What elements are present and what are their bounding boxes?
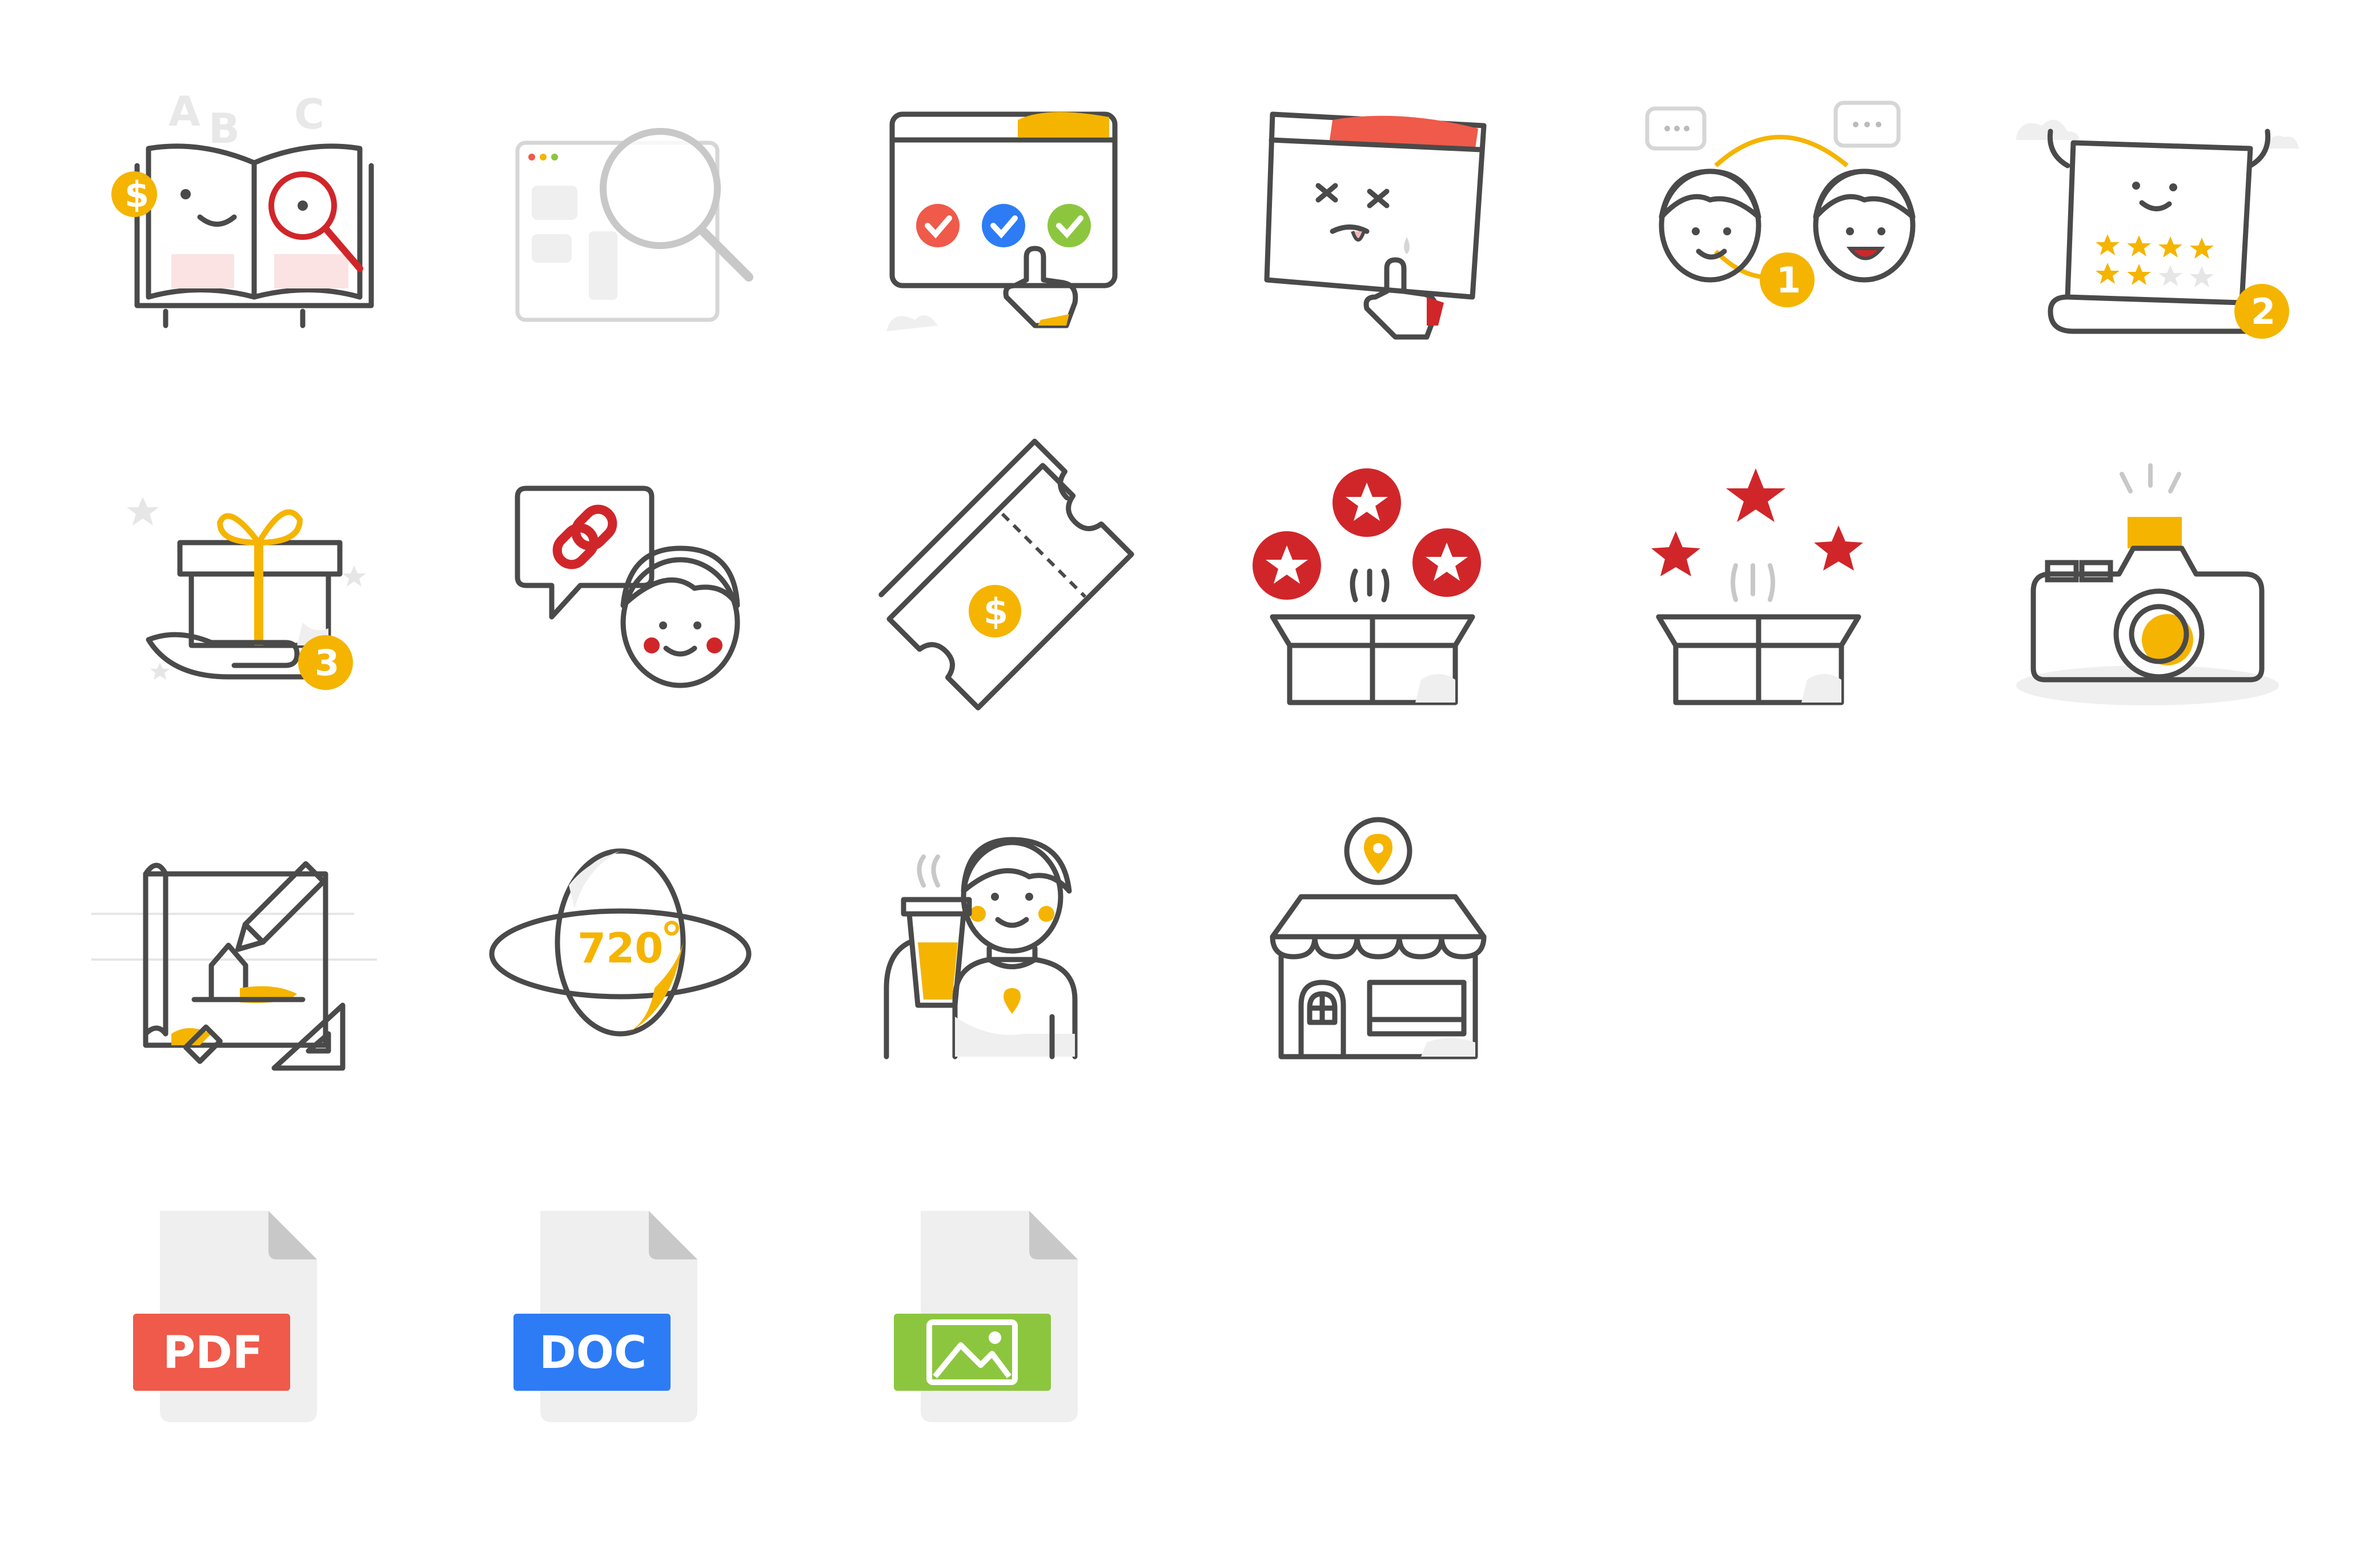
label-720: 720 — [577, 924, 663, 972]
box-red-stars-icon — [1253, 451, 1495, 705]
camera-icon — [2016, 451, 2279, 705]
shop-location-icon — [1255, 817, 1495, 1060]
share-link-user-icon — [495, 451, 740, 691]
box-stars-icon — [1636, 451, 1876, 705]
pdf-file-icon: PDF — [114, 1194, 354, 1434]
blueprint-house-icon — [91, 817, 377, 1071]
book-magnifier-icon: A B C $ — [111, 86, 374, 328]
happy-receipt-stars-icon: 2 — [2016, 86, 2299, 339]
ticket-coupon-icon: $ — [875, 439, 1134, 711]
letter-c: C — [294, 90, 324, 138]
browser-search-icon — [495, 86, 753, 326]
badge-two: 2 — [2251, 291, 2275, 332]
letter-a: A — [168, 87, 200, 135]
svg-text:$: $ — [125, 174, 149, 215]
two-users-chat-icon: 1 — [1636, 86, 1916, 326]
gift-hand-icon: 3 — [114, 451, 366, 691]
pdf-label: PDF — [163, 1327, 263, 1379]
doc-file-icon: DOC — [495, 1194, 735, 1434]
broken-browser-icon — [1255, 86, 1495, 340]
browser-checkmarks-icon — [875, 86, 1118, 331]
letter-b: B — [208, 105, 240, 153]
barista-person-icon — [875, 817, 1115, 1060]
doc-label: DOC — [539, 1327, 647, 1379]
badge-three: 3 — [315, 642, 339, 684]
badge-one: 1 — [1776, 259, 1801, 301]
svg-text:$: $ — [984, 591, 1008, 632]
image-file-icon — [875, 1194, 1115, 1434]
view-720-icon: 720 — [489, 817, 752, 1057]
